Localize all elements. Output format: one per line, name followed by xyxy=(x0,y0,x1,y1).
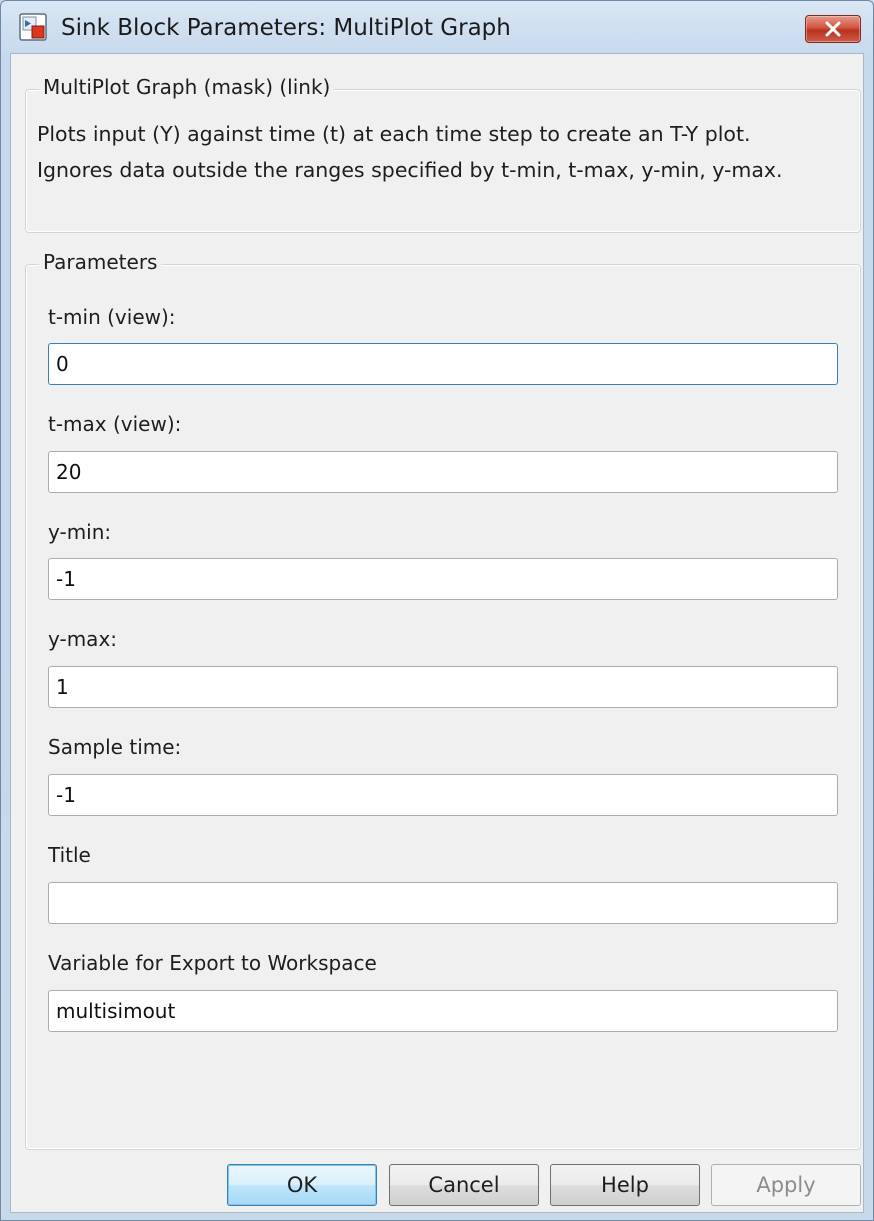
t-min-label: t-min (view): xyxy=(48,305,176,329)
window-title: Sink Block Parameters: MultiPlot Graph xyxy=(61,15,511,41)
simulink-block-icon xyxy=(19,13,47,41)
ok-button[interactable]: OK xyxy=(227,1164,377,1206)
mask-legend: MultiPlot Graph (mask) (link) xyxy=(39,75,335,99)
t-max-field[interactable] xyxy=(48,451,838,493)
y-max-label: y-max: xyxy=(48,627,118,651)
export-variable-field[interactable] xyxy=(48,990,838,1032)
y-max-field[interactable] xyxy=(48,666,838,708)
title-field[interactable] xyxy=(48,882,838,924)
t-max-label: t-max (view): xyxy=(48,412,182,436)
mask-description: Plots input (Y) against time (t) at each… xyxy=(37,122,783,182)
y-min-field[interactable] xyxy=(48,558,838,600)
title-bar[interactable]: Sink Block Parameters: MultiPlot Graph xyxy=(1,1,873,53)
title-label: Title xyxy=(48,843,91,867)
t-min-field[interactable] xyxy=(48,343,838,385)
close-x-icon xyxy=(825,21,841,37)
parameters-legend: Parameters xyxy=(39,250,162,274)
y-min-label: y-min: xyxy=(48,520,112,544)
apply-button[interactable]: Apply xyxy=(711,1164,861,1206)
export-variable-label: Variable for Export to Workspace xyxy=(48,951,377,975)
close-button[interactable] xyxy=(805,15,861,43)
help-button[interactable]: Help xyxy=(550,1164,700,1206)
sample-time-label: Sample time: xyxy=(48,735,182,759)
dialog-window: Sink Block Parameters: MultiPlot Graph M… xyxy=(0,0,874,1221)
sample-time-field[interactable] xyxy=(48,774,838,816)
cancel-button[interactable]: Cancel xyxy=(389,1164,539,1206)
